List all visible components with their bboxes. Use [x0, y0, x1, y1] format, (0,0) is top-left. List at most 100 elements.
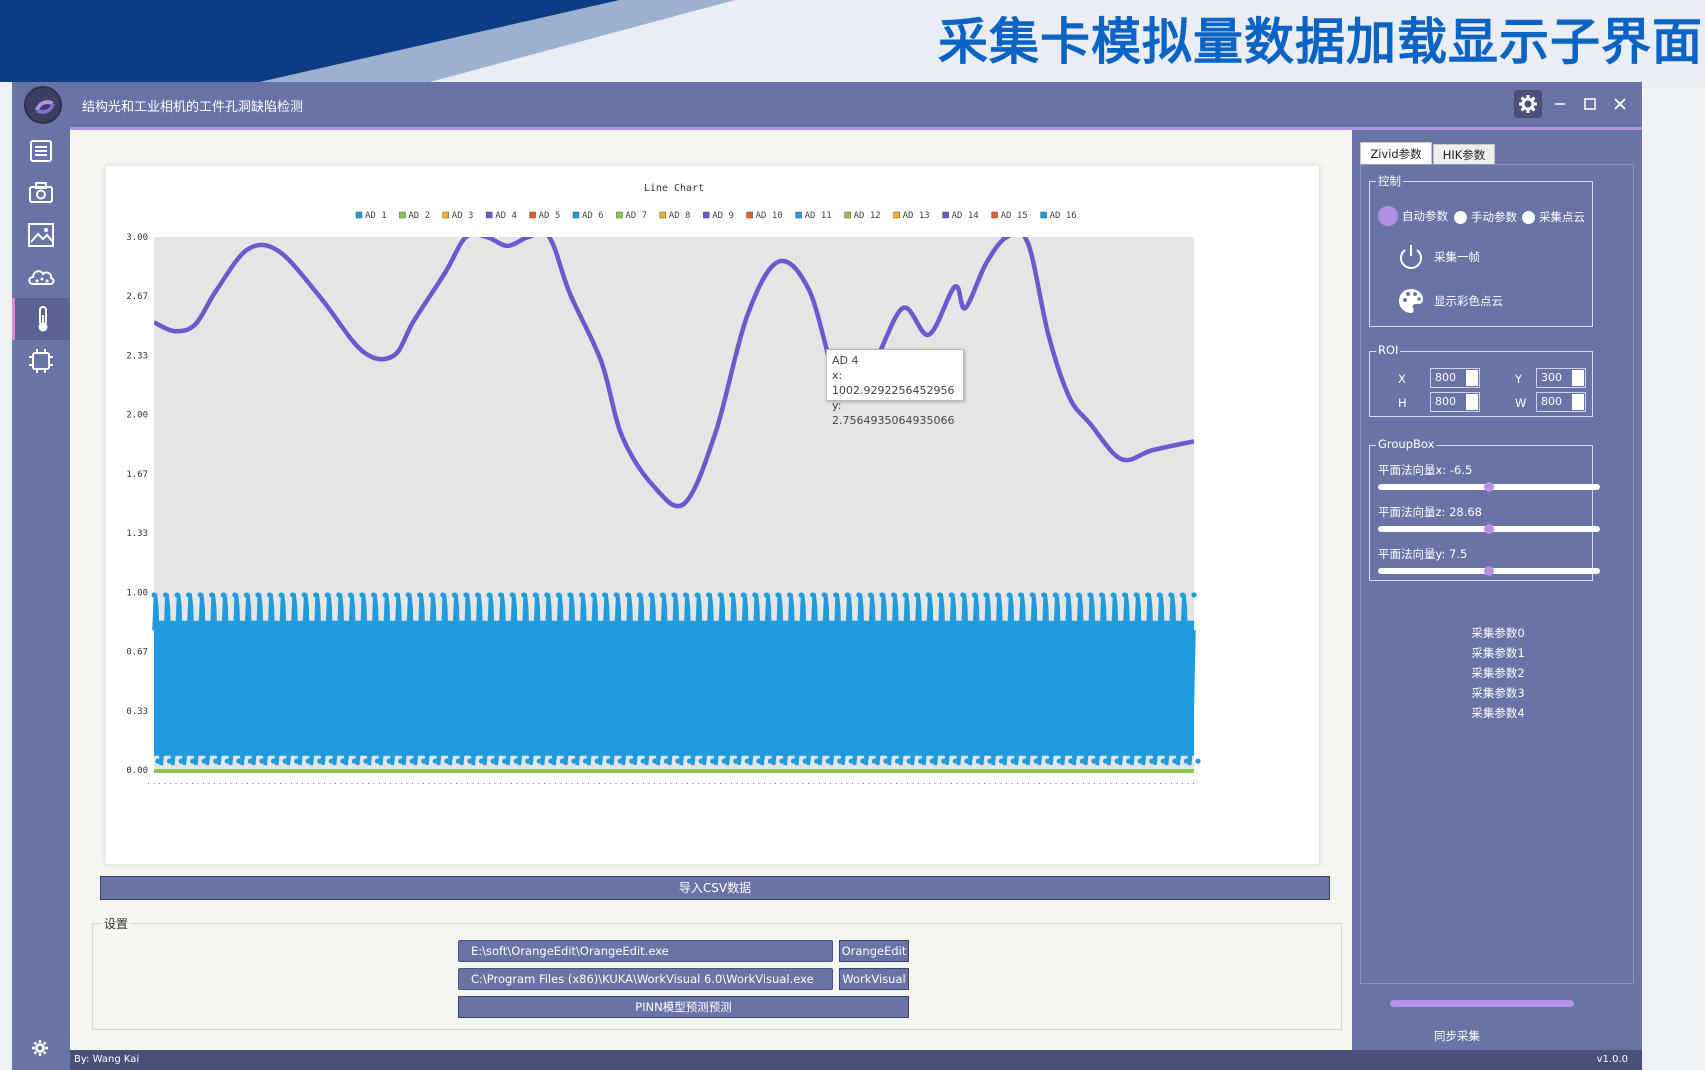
ad1-point — [756, 758, 762, 764]
x-tick-mark — [335, 783, 336, 784]
x-tick-mark — [456, 783, 457, 784]
spin-arrows-icon[interactable] — [1572, 394, 1584, 410]
roi-y-spinbox[interactable]: 300 — [1536, 368, 1586, 388]
x-tick-mark — [318, 783, 320, 784]
close-icon[interactable] — [1606, 90, 1634, 118]
legend-marker — [942, 211, 949, 219]
param-item-3[interactable]: 采集参数3 — [1361, 685, 1635, 701]
radio-manual-params[interactable]: 手动参数 — [1454, 209, 1517, 225]
param-item-4[interactable]: 采集参数4 — [1361, 705, 1635, 721]
ad1-point — [421, 758, 427, 764]
roi-x-spinbox[interactable]: 800 — [1430, 368, 1480, 388]
orangeedit-path-field[interactable]: E:\soft\OrangeEdit\OrangeEdit.exe — [458, 940, 833, 962]
import-csv-button[interactable]: 导入CSV数据 — [100, 876, 1330, 900]
param-item-0[interactable]: 采集参数0 — [1361, 625, 1635, 641]
nav-list[interactable] — [12, 130, 70, 172]
ad1-point — [663, 758, 670, 764]
minimize-icon[interactable] — [1546, 90, 1574, 118]
radio-capture-cloud[interactable]: 采集点云 — [1522, 209, 1585, 225]
x-tick-mark — [665, 783, 666, 784]
ad1-point — [971, 592, 978, 598]
nav-cloud[interactable] — [12, 256, 70, 298]
slider-x[interactable] — [1378, 482, 1600, 492]
legend-label: AD 3 — [452, 211, 474, 221]
ad1-point — [648, 592, 654, 598]
ad1-point — [340, 758, 346, 764]
orangeedit-button[interactable]: OrangeEdit — [839, 940, 909, 962]
param-item-2[interactable]: 采集参数2 — [1361, 665, 1635, 681]
x-tick-mark — [1044, 783, 1046, 784]
radio-dot-selected — [1378, 206, 1398, 226]
maximize-icon[interactable] — [1576, 90, 1604, 118]
y-tick-label: 1.67 — [126, 470, 148, 480]
ad1-point — [659, 592, 666, 598]
tab-zivid[interactable]: Zivid参数 — [1360, 142, 1432, 164]
ad1-point — [236, 758, 242, 764]
settings-gear-icon[interactable] — [1514, 90, 1542, 118]
x-tick-mark — [945, 783, 947, 784]
ad1-point — [925, 592, 931, 598]
ad1-point — [686, 758, 693, 764]
x-tick-mark — [577, 783, 578, 784]
pinn-predict-button[interactable]: PINN模型预测预测 — [458, 996, 909, 1018]
slide-title: 采集卡模拟量数据加载显示子界面 — [938, 13, 1703, 71]
slider-y-handle[interactable] — [1484, 566, 1494, 576]
capture-frame-button[interactable]: 采集一帧 — [1396, 242, 1480, 272]
ad1-point — [1056, 758, 1062, 764]
x-tick-mark — [219, 783, 221, 784]
show-color-cloud-button[interactable]: 显示彩色点云 — [1396, 286, 1503, 316]
ad1-point — [998, 758, 1005, 764]
roi-h-spinbox[interactable]: 800 — [1430, 392, 1480, 412]
x-tick-mark — [192, 783, 193, 784]
x-tick-mark — [802, 783, 804, 784]
chip-icon — [29, 349, 53, 373]
ad1-point — [363, 758, 369, 764]
title-bar: 结构光和工业相机的工件孔洞缺陷检测 — [12, 82, 1642, 128]
nav-camera[interactable] — [12, 172, 70, 214]
param-item-1[interactable]: 采集参数1 — [1361, 645, 1635, 661]
x-tick-mark — [467, 783, 468, 784]
nav-image[interactable] — [12, 214, 70, 256]
legend-marker — [572, 211, 580, 219]
nav-chip[interactable] — [12, 340, 70, 382]
roi-y-value: 300 — [1541, 371, 1562, 384]
x-tick-mark — [489, 783, 490, 784]
spin-arrows-icon[interactable] — [1466, 394, 1478, 410]
spin-arrows-icon[interactable] — [1466, 370, 1478, 386]
x-tick-mark — [1187, 783, 1189, 784]
x-tick-mark — [439, 783, 441, 784]
legend-label: AD 9 — [712, 211, 734, 221]
radio-manual-label: 手动参数 — [1471, 210, 1517, 224]
radio-auto-params[interactable]: 自动参数 — [1378, 206, 1448, 226]
roi-group: ROI X 800 Y 300 H 800 W 800 — [1369, 343, 1593, 417]
ad1-point — [629, 758, 635, 764]
x-tick-mark — [1193, 783, 1194, 784]
radio-auto-label: 自动参数 — [1402, 209, 1448, 223]
ad1-point — [155, 758, 161, 764]
workvisual-button[interactable]: WorkVisual — [839, 968, 909, 990]
nav-thermometer[interactable] — [12, 298, 70, 340]
x-tick-mark — [852, 783, 853, 784]
workvisual-path-field[interactable]: C:\Program Files (x86)\KUKA\WorkVisual 6… — [458, 968, 833, 990]
tab-hik[interactable]: HIK参数 — [1433, 144, 1495, 164]
y-tick-label: 1.00 — [126, 588, 148, 598]
slider-y[interactable] — [1378, 566, 1600, 576]
legend-label: AD 13 — [903, 211, 930, 221]
legend-label: AD 4 — [495, 211, 517, 221]
slider-z[interactable] — [1378, 524, 1600, 534]
ad1-point — [710, 758, 716, 764]
spin-arrows-icon[interactable] — [1572, 370, 1584, 386]
roi-w-spinbox[interactable]: 800 — [1536, 392, 1586, 412]
horizontal-scrollbar[interactable] — [1390, 1000, 1574, 1007]
slider-z-handle[interactable] — [1484, 524, 1494, 534]
settings-icon[interactable] — [30, 1038, 50, 1058]
ad1-point — [259, 758, 265, 764]
x-tick-mark — [874, 783, 875, 784]
tooltip-series: AD 4 — [832, 354, 859, 367]
slider-x-handle[interactable] — [1484, 482, 1494, 492]
x-tick-mark — [1138, 783, 1139, 784]
x-tick-mark — [1028, 783, 1029, 784]
sync-capture-label[interactable]: 同步采集 — [1434, 1028, 1480, 1044]
x-tick-mark — [659, 783, 661, 784]
ad1-point — [640, 758, 646, 764]
